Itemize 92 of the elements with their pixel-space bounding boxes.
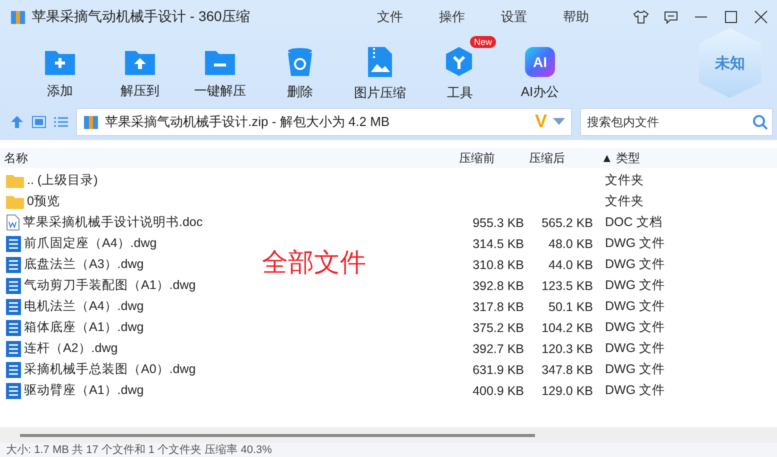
new-badge: New bbox=[470, 36, 496, 48]
column-header[interactable]: ▲ 类型 bbox=[601, 150, 640, 166]
drawing-file-icon bbox=[6, 236, 21, 252]
toolbar-button[interactable]: 工具 New bbox=[420, 36, 500, 102]
compressed-size: 347.8 KB bbox=[542, 362, 593, 376]
folder-icon bbox=[6, 174, 24, 188]
drawing-file-icon bbox=[6, 382, 21, 398]
drawing-file-icon bbox=[6, 340, 21, 356]
drawing-file-icon bbox=[6, 256, 21, 272]
archive-icon bbox=[10, 9, 26, 25]
original-size: 310.8 KB bbox=[472, 258, 524, 272]
compressed-size: 120.3 KB bbox=[542, 342, 593, 356]
folder-minus-icon bbox=[204, 48, 236, 76]
original-size: 392.8 KB bbox=[472, 278, 524, 292]
file-type: DWG 文件 bbox=[604, 319, 666, 336]
status-bar: 大小: 1.7 MB 共 17 个文件和 1 个文件夹 压缩率 40.3% bbox=[0, 443, 777, 457]
horizontal-scrollbar[interactable] bbox=[0, 427, 777, 443]
address-bar[interactable]: 苹果采摘气动机械手设计.zip - 解包大小为 4.2 MB V bbox=[76, 108, 572, 136]
original-size: 400.9 KB bbox=[472, 384, 524, 398]
scrollbar-thumb[interactable] bbox=[20, 434, 535, 436]
compressed-size: 50.1 KB bbox=[548, 300, 593, 314]
file-name[interactable]: .. (上级目录) bbox=[27, 172, 98, 189]
file-type: 文件夹 bbox=[604, 193, 645, 210]
compressed-size: 123.5 KB bbox=[542, 278, 593, 292]
toolbar-button[interactable]: 添加 bbox=[20, 38, 100, 100]
file-name[interactable]: 电机法兰（A4）.dwg bbox=[24, 298, 144, 315]
trash-icon bbox=[287, 47, 313, 77]
file-name[interactable]: 驱动臂座（A1）.dwg bbox=[24, 382, 144, 399]
drawing-file-icon bbox=[6, 362, 21, 378]
compressed-size: 565.2 KB bbox=[542, 216, 593, 230]
file-name[interactable]: 气动剪刀手装配图（A1）.dwg bbox=[24, 277, 196, 294]
file-type: DWG 文件 bbox=[604, 340, 666, 357]
toolbar-button[interactable]: 一键解压 bbox=[180, 38, 260, 100]
toolbar-button[interactable]: 解压到 bbox=[100, 38, 180, 100]
folder-upload-icon bbox=[124, 48, 156, 76]
ai-logo-icon: AI bbox=[525, 47, 555, 77]
toolbar-button[interactable]: 删除 bbox=[260, 37, 340, 101]
file-name[interactable]: 箱体底座（A1）.dwg bbox=[24, 319, 144, 336]
file-type: DWG 文件 bbox=[604, 235, 666, 252]
file-type: DWG 文件 bbox=[604, 298, 666, 315]
shirt-icon[interactable] bbox=[633, 9, 649, 25]
original-size: 314.5 KB bbox=[472, 236, 524, 250]
search-icon[interactable] bbox=[752, 114, 768, 130]
folder-icon bbox=[6, 194, 24, 208]
compressed-size: 44.0 KB bbox=[548, 258, 593, 272]
thumbnail-view-icon[interactable] bbox=[32, 116, 46, 128]
file-name[interactable]: 采摘机械手总装图（A0）.dwg bbox=[24, 361, 196, 378]
file-name[interactable]: 底盘法兰（A3）.dwg bbox=[24, 256, 144, 273]
menu-item[interactable]: 文件 bbox=[377, 8, 403, 26]
folder-plus-icon bbox=[44, 48, 76, 76]
archive-path: 苹果采摘气动机械手设计.zip - 解包大小为 4.2 MB bbox=[105, 112, 391, 130]
original-size: 317.8 KB bbox=[472, 300, 524, 314]
original-size: 375.2 KB bbox=[472, 320, 524, 334]
file-type: 文件夹 bbox=[604, 172, 645, 189]
file-type: DWG 文件 bbox=[604, 382, 666, 399]
column-header[interactable]: 压缩后 bbox=[529, 150, 565, 166]
column-header[interactable]: 名称 bbox=[4, 150, 28, 166]
maximize-icon[interactable] bbox=[723, 9, 739, 25]
dropdown-icon[interactable] bbox=[553, 118, 565, 126]
toolbar-button[interactable]: 图片压缩 bbox=[340, 36, 420, 102]
archive-icon bbox=[83, 114, 99, 130]
column-header[interactable]: 压缩前 bbox=[459, 150, 495, 166]
file-name[interactable]: 苹果采摘机械手设计说明书.doc bbox=[23, 214, 203, 231]
menu-item[interactable]: 操作 bbox=[439, 8, 465, 26]
menu-item[interactable]: 设置 bbox=[501, 8, 527, 26]
overlay-label: 全部文件 bbox=[262, 246, 366, 279]
file-type: DWG 文件 bbox=[604, 277, 666, 294]
compressed-size: 48.0 KB bbox=[548, 236, 593, 250]
file-type: DOC 文档 bbox=[604, 214, 664, 231]
original-size: 955.3 KB bbox=[472, 216, 524, 230]
up-arrow-icon[interactable] bbox=[10, 114, 24, 128]
original-size: 631.9 KB bbox=[472, 362, 524, 376]
original-size: 392.7 KB bbox=[472, 342, 524, 356]
message-icon[interactable] bbox=[663, 9, 679, 25]
compressed-size: 104.2 KB bbox=[542, 320, 593, 334]
drawing-file-icon bbox=[6, 298, 21, 314]
file-name[interactable]: 0预览 bbox=[27, 193, 60, 210]
drawing-file-icon bbox=[6, 278, 21, 294]
list-view-icon[interactable] bbox=[54, 116, 68, 128]
search-bar[interactable]: 搜索包内文件 bbox=[580, 108, 773, 136]
drawing-file-icon bbox=[6, 320, 21, 336]
compressed-size: 129.0 KB bbox=[542, 384, 593, 398]
toolbar-button[interactable]: AI AI办公 bbox=[500, 37, 580, 101]
file-name[interactable]: 前爪固定座（A4）.dwg bbox=[24, 235, 157, 252]
menu-item[interactable]: 帮助 bbox=[563, 8, 589, 26]
file-name[interactable]: 连杆（A2）.dwg bbox=[24, 340, 118, 357]
image-file-icon bbox=[367, 46, 393, 78]
file-type: DWG 文件 bbox=[604, 256, 666, 273]
close-icon[interactable] bbox=[753, 9, 769, 25]
window-title: 苹果采摘气动机械手设计 - 360压缩 bbox=[32, 8, 251, 26]
file-type: DWG 文件 bbox=[604, 361, 666, 378]
document-icon bbox=[6, 214, 20, 231]
